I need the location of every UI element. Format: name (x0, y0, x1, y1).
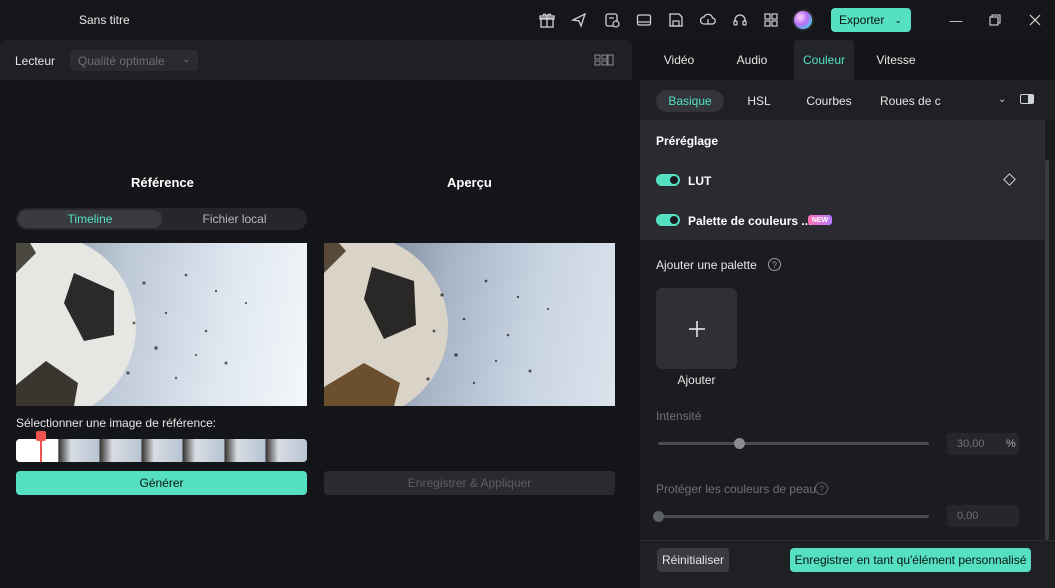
subtab-curves[interactable]: Courbes (800, 90, 858, 112)
film-frame (182, 439, 224, 462)
preview-title: Aperçu (447, 175, 492, 190)
film-frame (57, 439, 100, 462)
minimize-icon[interactable]: — (948, 12, 964, 28)
close-icon[interactable] (1027, 12, 1043, 28)
app-title: Sans titre (79, 13, 130, 27)
protect-skin-label: Protéger les couleurs de peau (656, 482, 817, 496)
subtab-hsl[interactable]: HSL (738, 90, 780, 112)
headset-icon[interactable] (731, 11, 749, 29)
player-header: Lecteur Qualité optimale ⌄ (0, 40, 632, 80)
intensity-unit: % (1006, 438, 1016, 450)
cloud-upload-icon[interactable] (699, 11, 717, 29)
film-frame (140, 439, 183, 462)
tab-audio[interactable]: Audio (726, 40, 778, 80)
protect-skin-slider-thumb[interactable] (653, 511, 664, 522)
gift-icon[interactable] (538, 11, 556, 29)
save-custom-button[interactable]: Enregistrer en tant qu'élément personnal… (790, 548, 1031, 572)
chevron-down-icon[interactable]: ⌄ (998, 94, 1006, 105)
plus-icon (688, 320, 705, 337)
avatar[interactable] (792, 9, 814, 31)
film-frame (99, 439, 141, 462)
color-subtabs: Basique HSL Courbes Roues de c (640, 80, 1055, 120)
display-icon[interactable] (635, 11, 653, 29)
intensity-value: 30,00 (957, 438, 985, 450)
playhead-line (40, 439, 42, 462)
chevron-down-icon: ⌄ (182, 54, 190, 64)
protect-skin-slider[interactable] (658, 515, 929, 518)
film-frame (16, 439, 58, 462)
lut-label: LUT (688, 174, 712, 188)
intensity-slider[interactable] (658, 442, 929, 445)
send-icon[interactable] (570, 11, 588, 29)
tab-speed[interactable]: Vitesse (868, 40, 924, 80)
preview-image (324, 243, 615, 406)
protect-skin-value: 0,00 (957, 510, 979, 522)
chevron-down-icon: ⌄ (894, 14, 902, 25)
quality-select[interactable]: Qualité optimale ⌄ (70, 50, 198, 71)
film-frame (223, 439, 266, 462)
help-icon[interactable]: ? (768, 258, 781, 271)
subtab-color-wheels[interactable]: Roues de c (880, 90, 946, 112)
help-icon[interactable]: ? (815, 482, 828, 495)
reference-source-toggle: Timeline Fichier local (16, 208, 307, 230)
title-bar: Sans titre Exporter ⌄ — (0, 0, 1055, 40)
panel-divider[interactable] (632, 40, 640, 588)
protect-skin-input[interactable]: 0,00 (947, 505, 1019, 527)
subtab-basic[interactable]: Basique (656, 90, 724, 112)
timeline-filmstrip[interactable] (16, 439, 307, 462)
reset-button[interactable]: Réinitialiser (657, 548, 729, 572)
tab-video[interactable]: Vidéo (652, 40, 706, 80)
generate-button[interactable]: Générer (16, 471, 307, 495)
lut-toggle[interactable] (656, 174, 680, 186)
quality-value: Qualité optimale (78, 54, 165, 68)
panel-toggle-icon[interactable] (1020, 94, 1034, 104)
reference-title: Référence (131, 175, 194, 190)
new-badge: NEW (808, 215, 832, 225)
preset-title: Préréglage (656, 134, 719, 148)
export-label: Exporter (839, 13, 885, 27)
grid-icon[interactable] (762, 11, 780, 29)
maximize-icon[interactable] (987, 12, 1003, 28)
property-tabs: Vidéo Audio Couleur Vitesse (640, 40, 1055, 80)
tab-timeline[interactable]: Timeline (18, 210, 162, 228)
intensity-slider-thumb[interactable] (734, 438, 746, 449)
add-label: Ajouter (677, 373, 716, 387)
add-palette-title: Ajouter une palette (656, 258, 757, 272)
player-label: Lecteur (15, 54, 56, 68)
select-reference-label: Sélectionner une image de référence: (16, 416, 217, 430)
save-apply-button[interactable]: Enregistrer & Appliquer (324, 471, 615, 495)
save-icon[interactable] (667, 11, 685, 29)
palette-toggle[interactable] (656, 214, 680, 226)
tab-color[interactable]: Couleur (794, 40, 854, 80)
export-button[interactable]: Exporter ⌄ (831, 8, 911, 32)
film-frame (265, 439, 307, 462)
add-palette-button[interactable] (656, 288, 737, 369)
layout-grid-icon[interactable] (594, 53, 614, 67)
intensity-label: Intensité (656, 409, 702, 423)
tab-local-file[interactable]: Fichier local (164, 210, 305, 228)
reference-image (16, 243, 307, 406)
clipboard-icon[interactable] (603, 11, 621, 29)
palette-label: Palette de couleurs ... (688, 214, 812, 228)
properties-panel: Vidéo Audio Couleur Vitesse Basique HSL … (640, 40, 1055, 588)
panel-scrollbar[interactable] (1045, 160, 1049, 540)
